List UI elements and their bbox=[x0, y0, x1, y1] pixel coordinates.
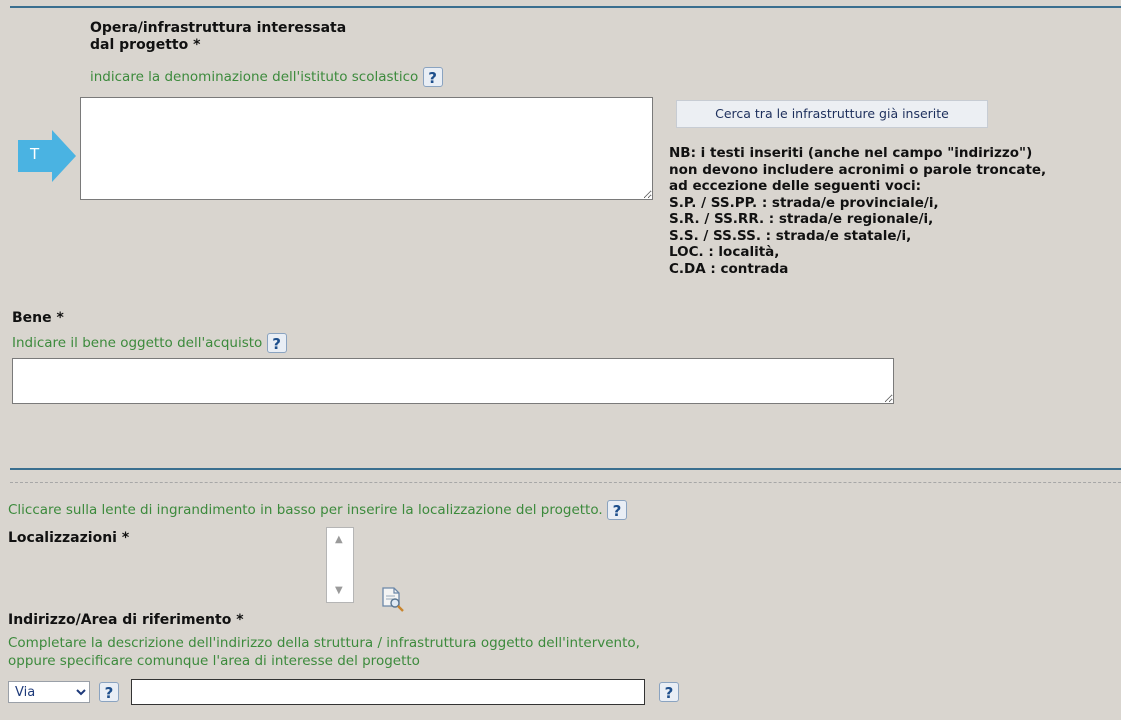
opera-help-icon[interactable]: ? bbox=[422, 67, 443, 87]
bene-textarea[interactable] bbox=[12, 358, 894, 404]
bene-hint-row: Indicare il bene oggetto dell'acquisto ? bbox=[12, 333, 287, 353]
magnifier-document-icon[interactable] bbox=[380, 586, 406, 616]
localizzazioni-title: Localizzazioni * bbox=[8, 530, 130, 546]
nb-note: NB: i testi inseriti (anche nel campo "i… bbox=[669, 145, 1046, 277]
address-input[interactable] bbox=[131, 679, 645, 705]
localizzazione-instruction: Cliccare sulla lente di ingrandimento in… bbox=[8, 502, 603, 518]
t-arrow-letter: T bbox=[30, 145, 40, 163]
bene-help-icon[interactable]: ? bbox=[266, 333, 287, 353]
indirizzo-title: Indirizzo/Area di riferimento * bbox=[8, 612, 244, 628]
nb-line: C.DA : contrada bbox=[669, 260, 789, 277]
opera-title-line1: Opera/infrastruttura interessata bbox=[90, 20, 347, 36]
scroll-up-icon[interactable]: ▲ bbox=[335, 534, 343, 545]
opera-title: Opera/infrastruttura interessata dal pro… bbox=[90, 20, 346, 54]
localizzazione-instruction-row: Cliccare sulla lente di ingrandimento in… bbox=[8, 500, 627, 520]
nb-line: S.R. / SS.RR. : strada/e regionale/i, bbox=[669, 211, 934, 227]
nb-line: S.P. / SS.PP. : strada/e provinciale/i, bbox=[669, 194, 939, 211]
t-arrow-icon: T bbox=[18, 130, 76, 186]
opera-textarea[interactable] bbox=[80, 97, 653, 200]
street-type-help-icon[interactable]: ? bbox=[99, 682, 119, 702]
street-type-select[interactable]: Via bbox=[8, 681, 90, 703]
indirizzo-hint-line2: oppure specificare comunque l'area di in… bbox=[8, 653, 420, 669]
search-infrastructure-button[interactable]: Cerca tra le infrastrutture già inserite bbox=[676, 100, 988, 128]
nb-line: non devono includere acronimi o parole t… bbox=[669, 161, 1047, 178]
opera-hint: indicare la denominazione dell'istituto … bbox=[90, 69, 419, 85]
nb-line: S.S. / SS.SS. : strada/e statale/i, bbox=[669, 227, 912, 244]
opera-hint-row: indicare la denominazione dell'istituto … bbox=[90, 67, 443, 87]
scroll-down-icon[interactable]: ▼ bbox=[335, 585, 343, 596]
localizzazione-help-icon[interactable]: ? bbox=[606, 500, 627, 520]
address-help-icon[interactable]: ? bbox=[659, 682, 679, 702]
nb-line: NB: i testi inseriti (anche nel campo "i… bbox=[669, 145, 1033, 161]
nb-line: LOC. : località, bbox=[669, 244, 780, 260]
opera-title-line2: dal progetto * bbox=[90, 37, 201, 53]
bene-title: Bene * bbox=[12, 310, 64, 326]
bene-hint: Indicare il bene oggetto dell'acquisto bbox=[12, 335, 263, 351]
dashed-divider bbox=[10, 482, 1121, 483]
section-top-rule bbox=[10, 6, 1121, 8]
nb-line: ad eccezione delle seguenti voci: bbox=[669, 178, 922, 194]
section-divider bbox=[10, 468, 1121, 470]
localizzazioni-listbox[interactable]: ▲ ▼ bbox=[326, 527, 354, 603]
indirizzo-hint-line1: Completare la descrizione dell'indirizzo… bbox=[8, 635, 640, 651]
